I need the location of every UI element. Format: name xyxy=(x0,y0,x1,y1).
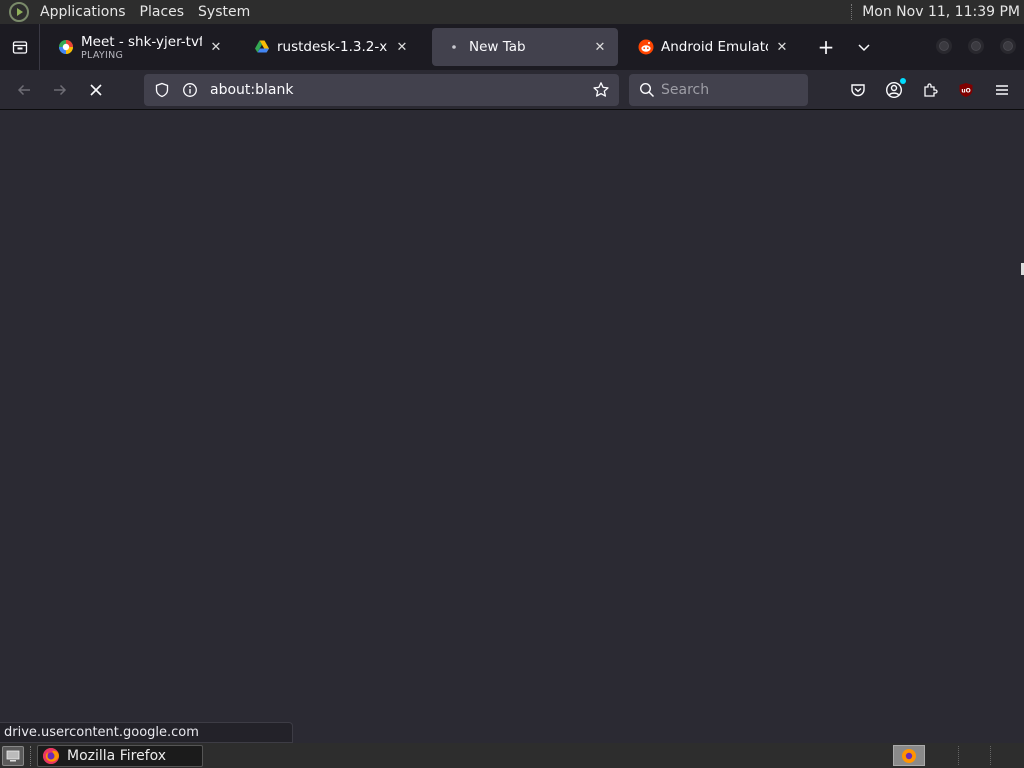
ublock-origin-icon: uO xyxy=(959,83,973,97)
loading-dot-icon xyxy=(452,45,456,49)
search-bar[interactable]: Search xyxy=(629,74,808,106)
arrow-left-icon xyxy=(17,84,30,95)
app-menu-button[interactable] xyxy=(986,74,1018,106)
mate-logo-icon[interactable] xyxy=(9,2,29,22)
svg-text:uO: uO xyxy=(961,88,970,95)
forward-button[interactable] xyxy=(44,74,76,106)
url-bar[interactable]: about:blank xyxy=(144,74,619,106)
new-tab-button[interactable]: + xyxy=(810,31,842,63)
hamburger-menu-icon xyxy=(996,85,1008,95)
plus-icon: + xyxy=(817,35,835,59)
workspace-switcher-2[interactable] xyxy=(958,746,959,765)
firefox-mini-icon xyxy=(902,748,916,763)
navigation-toolbar: about:blank Search uO xyxy=(0,70,1024,110)
system-menu[interactable]: System xyxy=(191,4,257,20)
maximize-button[interactable] xyxy=(968,38,984,54)
places-menu[interactable]: Places xyxy=(133,4,192,20)
window-controls xyxy=(936,38,1016,54)
search-icon xyxy=(639,82,655,98)
taskbar-separator xyxy=(30,745,31,766)
firefox-view-button[interactable] xyxy=(0,24,40,70)
top-panel: Applications Places System Mon Nov 11, 1… xyxy=(0,0,1024,24)
list-all-tabs-button[interactable] xyxy=(848,31,880,63)
chevron-down-icon xyxy=(858,44,870,52)
site-info-icon[interactable] xyxy=(178,78,202,102)
tab-title: Meet - shk-yjer-tvf xyxy=(81,33,202,50)
workspace-switcher-1[interactable] xyxy=(893,745,925,766)
toolbar-right: uO xyxy=(842,74,1018,106)
link-status-tooltip: drive.usercontent.google.com xyxy=(0,722,293,743)
firefox-icon xyxy=(43,747,59,764)
close-tab-icon[interactable]: ✕ xyxy=(774,39,790,55)
tab-playing-label: PLAYING xyxy=(81,49,124,61)
puzzle-piece-icon xyxy=(924,83,938,97)
stop-button[interactable] xyxy=(80,74,112,106)
google-meet-icon xyxy=(59,40,73,54)
tab-android-emulator[interactable]: Android Emulator for L ✕ xyxy=(624,28,800,66)
back-button[interactable] xyxy=(8,74,40,106)
search-placeholder: Search xyxy=(661,82,710,98)
bookmark-star-icon[interactable] xyxy=(589,78,613,102)
tab-new-tab[interactable]: New Tab ✕ xyxy=(432,28,618,66)
panel-separator xyxy=(851,4,853,20)
tracking-protection-icon[interactable] xyxy=(150,78,174,102)
reddit-icon xyxy=(638,39,654,55)
account-button[interactable] xyxy=(878,74,910,106)
minimize-button[interactable] xyxy=(936,38,952,54)
workspace-switcher-3[interactable] xyxy=(990,746,991,765)
close-tab-icon[interactable]: ✕ xyxy=(592,39,608,55)
close-tab-icon[interactable]: ✕ xyxy=(208,39,224,55)
applications-menu[interactable]: Applications xyxy=(33,4,133,20)
extensions-button[interactable] xyxy=(914,74,946,106)
page-content-blank[interactable] xyxy=(0,111,1024,743)
arrow-right-icon xyxy=(54,84,67,95)
pocket-icon xyxy=(851,84,865,97)
sync-badge-icon xyxy=(900,78,906,84)
tab-meet[interactable]: Meet - shk-yjer-tvf PLAYING ✕ xyxy=(44,28,234,66)
firefox-view-icon xyxy=(12,41,27,54)
taskbar-window-title: Mozilla Firefox xyxy=(67,747,167,764)
url-text[interactable]: about:blank xyxy=(210,82,585,98)
close-window-button[interactable] xyxy=(1000,38,1016,54)
stop-x-icon xyxy=(90,83,102,96)
pocket-button[interactable] xyxy=(842,74,874,106)
close-tab-icon[interactable]: ✕ xyxy=(394,39,410,55)
ublock-origin-button[interactable]: uO xyxy=(950,74,982,106)
tab-title: Android Emulator for L xyxy=(661,39,768,55)
tab-title: New Tab xyxy=(469,39,526,55)
tab-strip: Meet - shk-yjer-tvf PLAYING ✕ rustdesk-1… xyxy=(0,24,1024,70)
taskbar-window-firefox[interactable]: Mozilla Firefox xyxy=(37,744,203,767)
tab-rustdesk[interactable]: rustdesk-1.3.2-x86_64 ✕ xyxy=(240,28,420,66)
desktop-icon xyxy=(6,750,20,761)
google-drive-icon xyxy=(255,40,269,53)
account-icon xyxy=(885,81,903,99)
show-desktop-button[interactable] xyxy=(2,745,24,766)
bottom-taskbar: Mozilla Firefox xyxy=(0,743,1024,768)
tab-title: rustdesk-1.3.2-x86_64 xyxy=(277,39,388,55)
clock[interactable]: Mon Nov 11, 11:39 PM xyxy=(862,4,1020,20)
